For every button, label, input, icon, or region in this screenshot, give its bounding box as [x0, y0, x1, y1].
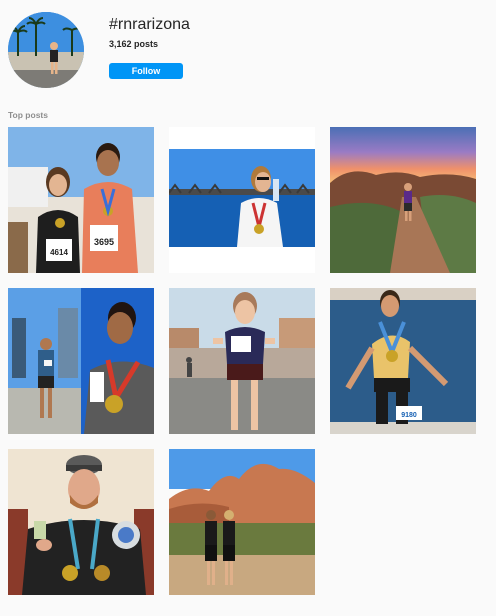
- post-tile-1[interactable]: 4614 3695: [8, 127, 154, 273]
- follow-button[interactable]: Follow: [109, 63, 183, 79]
- post-photo-icon: 9180: [330, 288, 476, 434]
- post-photo-icon: 4614 3695: [8, 127, 154, 273]
- post-tile-3[interactable]: [330, 127, 476, 273]
- posts-count: 3,162 posts: [109, 39, 158, 49]
- hashtag-avatar[interactable]: [8, 12, 84, 88]
- post-tile-6[interactable]: 9180: [330, 288, 476, 434]
- post-photo-icon: [169, 127, 315, 273]
- post-photo-icon: [8, 449, 154, 595]
- post-photo-icon: [169, 449, 315, 595]
- post-tile-4[interactable]: [8, 288, 154, 434]
- post-tile-8[interactable]: [169, 449, 315, 595]
- top-posts-heading: Top posts: [8, 110, 48, 120]
- post-tile-7[interactable]: [8, 449, 154, 595]
- bib-number-6: 9180: [401, 412, 417, 419]
- post-photo-icon: [330, 127, 476, 273]
- hashtag-header: #rnrarizona 3,162 posts Follow: [0, 0, 496, 100]
- post-photo-icon: [8, 288, 154, 434]
- post-photo-icon: [169, 288, 315, 434]
- posts-count-value: 3,162: [109, 39, 132, 49]
- post-tile-5[interactable]: [169, 288, 315, 434]
- post-tile-2[interactable]: [169, 127, 315, 273]
- bib-number-1: 4614: [50, 248, 68, 257]
- hashtag-title: #rnrarizona: [109, 16, 190, 33]
- posts-count-label: posts: [134, 39, 159, 49]
- bib-number-2: 3695: [94, 237, 114, 247]
- avatar-photo-icon: [8, 12, 84, 88]
